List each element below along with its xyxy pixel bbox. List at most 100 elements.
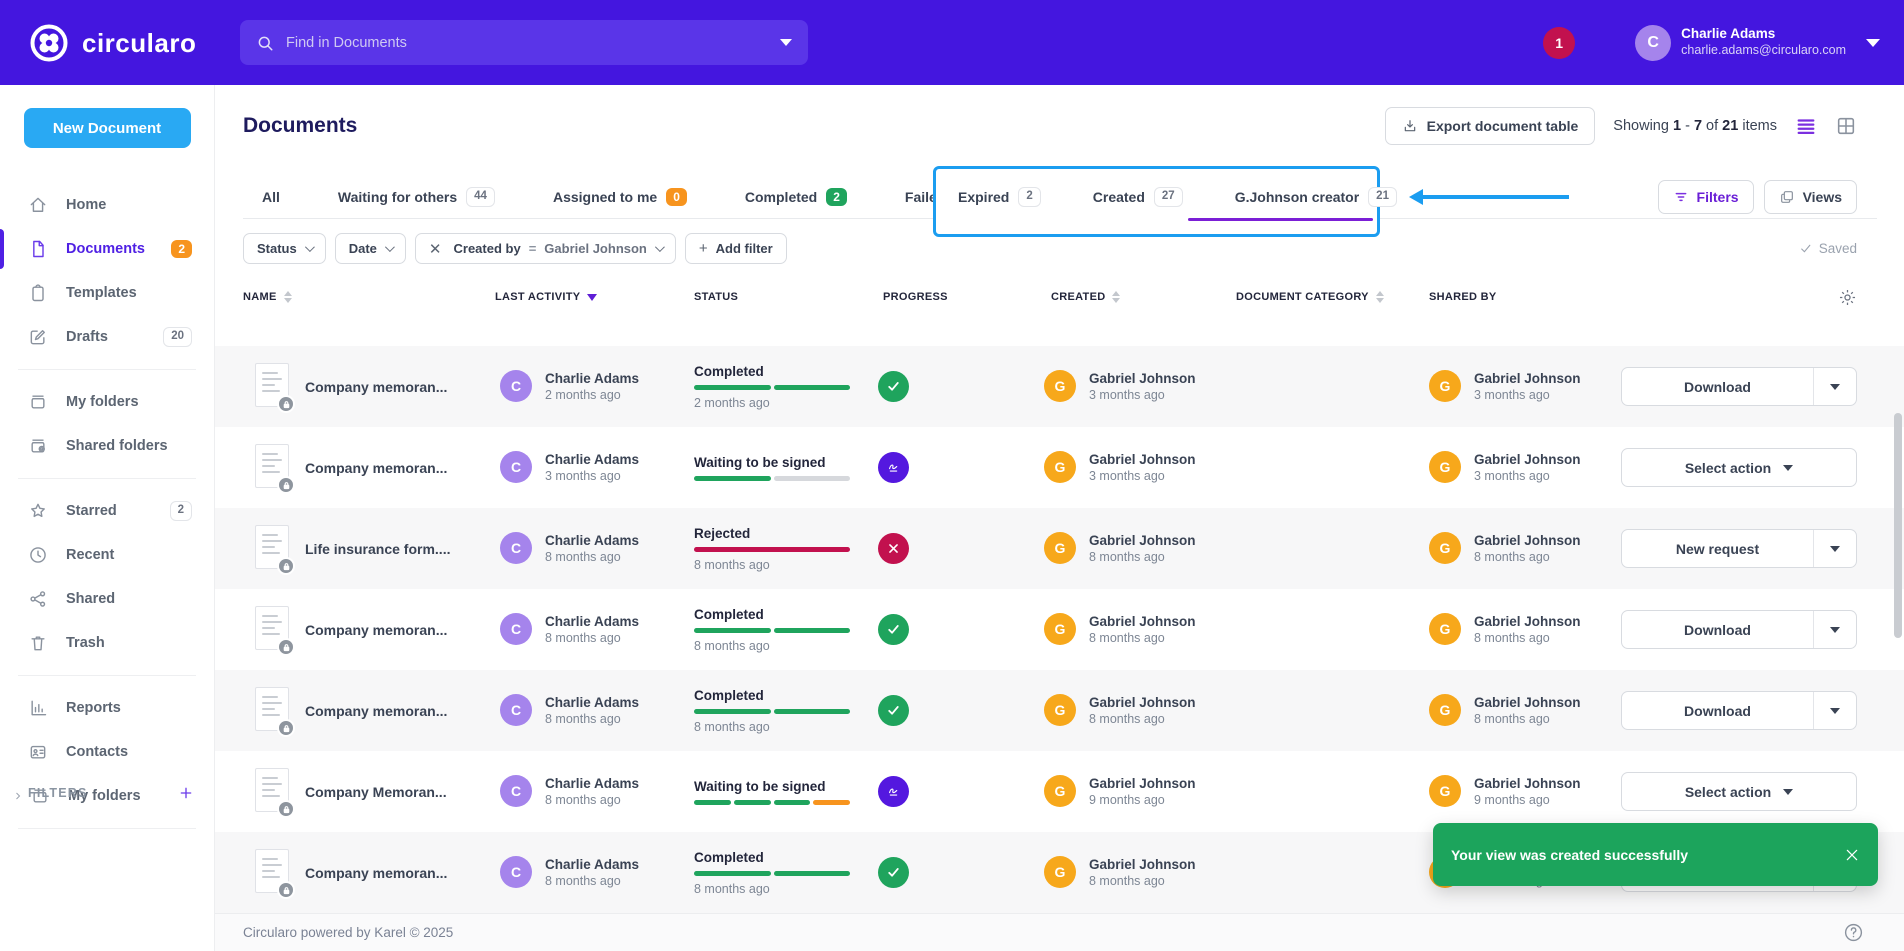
table-settings-gear-icon[interactable] (1838, 288, 1857, 307)
brand-logo[interactable]: circularo (28, 22, 196, 64)
avatar: G (1429, 613, 1461, 645)
status-cell: Completed 2 months ago (694, 346, 850, 427)
sidebar-divider (18, 675, 196, 676)
sidebar-item-my-folders[interactable]: My folders (0, 380, 214, 424)
column-header-name[interactable]: NAME (243, 291, 292, 303)
table-row[interactable]: Life insurance form.... C Charlie Adams8… (215, 508, 1904, 589)
sidebar-item-label: Drafts (66, 329, 108, 345)
progress-status-icon (878, 776, 909, 807)
notification-badge[interactable]: 1 (1543, 27, 1575, 59)
user-avatar: C (1635, 25, 1671, 61)
highlight-arrow (1409, 189, 1569, 205)
tab-g-johnson-creator[interactable]: G.Johnson creator 21 (1235, 187, 1397, 207)
search-scope-caret-icon[interactable] (780, 39, 792, 46)
action-dropdown-caret[interactable] (1814, 708, 1856, 714)
action-dropdown-caret[interactable] (1814, 384, 1856, 390)
column-header-progress[interactable]: PROGRESS (883, 291, 948, 303)
column-header-status[interactable]: STATUS (694, 291, 738, 303)
status-filter-dropdown[interactable]: Status (243, 233, 326, 264)
sidebar-item-contacts[interactable]: Contacts (0, 730, 214, 774)
tab-label: G.Johnson creator (1235, 189, 1359, 205)
table-row[interactable]: Company memoran... C Charlie Adams8 mont… (215, 670, 1904, 751)
tab-label: Created (1093, 189, 1145, 205)
row-action-button[interactable]: New request (1621, 529, 1857, 568)
global-search[interactable] (240, 20, 808, 65)
sidebar-item-drafts[interactable]: Drafts 20 (0, 315, 214, 359)
column-header-document-category[interactable]: DOCUMENT CATEGORY (1236, 291, 1384, 303)
avatar: G (1044, 775, 1076, 807)
action-dropdown-caret[interactable] (1814, 627, 1856, 633)
sidebar-item-home[interactable]: Home (0, 183, 214, 227)
sidebar-item-recent[interactable]: Recent (0, 533, 214, 577)
user-menu[interactable]: C Charlie Adams charlie.adams@circularo.… (1635, 25, 1880, 61)
column-header-last-activity[interactable]: LAST ACTIVITY (495, 291, 597, 303)
sort-icon[interactable] (284, 291, 292, 303)
lock-icon (277, 800, 295, 818)
column-header-created[interactable]: CREATED (1051, 291, 1120, 303)
close-icon[interactable] (1844, 847, 1860, 863)
tab-waiting-for-others[interactable]: Waiting for others 44 (338, 187, 495, 207)
sidebar-item-shared-folders[interactable]: Shared folders (0, 424, 214, 468)
action-dropdown-caret[interactable] (1783, 789, 1793, 795)
sidebar-item-shared[interactable]: Shared (0, 577, 214, 621)
tab-created[interactable]: Created 27 (1093, 187, 1183, 207)
sidebar-item-badge: 20 (163, 327, 192, 347)
person-cell: G Gabriel Johnson9 months ago (1044, 775, 1196, 807)
document-name: Company memoran... (305, 670, 495, 751)
list-view-toggle-icon[interactable] (1795, 115, 1817, 137)
row-action-button[interactable]: Download (1621, 691, 1857, 730)
clock-icon (28, 545, 48, 565)
add-filter-plus-icon[interactable] (178, 785, 194, 801)
filters-button[interactable]: Filters (1658, 180, 1754, 214)
person-cell: C Charlie Adams2 months ago (500, 370, 639, 402)
sidebar-item-starred[interactable]: Starred 2 (0, 489, 214, 533)
views-button[interactable]: Views (1764, 180, 1857, 214)
lock-icon (277, 638, 295, 656)
user-name: Charlie Adams (1681, 26, 1846, 43)
search-input[interactable] (286, 35, 780, 51)
document-thumbnail (255, 606, 291, 654)
person-cell: G Gabriel Johnson8 months ago (1429, 613, 1581, 645)
status-cell: Rejected 8 months ago (694, 508, 850, 589)
export-document-table-button[interactable]: Export document table (1385, 107, 1596, 145)
table-row[interactable]: Company Memoran... C Charlie Adams8 mont… (215, 751, 1904, 832)
sidebar-item-label: Home (66, 197, 106, 213)
date-filter-dropdown[interactable]: Date (335, 233, 406, 264)
tab-badge: 0 (666, 188, 687, 206)
tab-label: Expired (958, 189, 1009, 205)
sidebar-item-trash[interactable]: Trash (0, 621, 214, 665)
row-action-button[interactable]: Select action (1621, 772, 1857, 811)
sort-icon[interactable] (1376, 291, 1384, 303)
tab-expired[interactable]: Expired 2 (958, 187, 1041, 207)
row-action-button[interactable]: Download (1621, 610, 1857, 649)
created-by-filter-chip[interactable]: ✕ Created by = Gabriel Johnson (415, 233, 676, 264)
tab-assigned-to-me[interactable]: Assigned to me 0 (553, 187, 687, 207)
column-header-shared-by[interactable]: SHARED BY (1429, 291, 1497, 303)
grid-view-toggle-icon[interactable] (1835, 115, 1857, 137)
sort-icon[interactable] (1112, 291, 1120, 303)
add-filter-button[interactable]: +Add filter (685, 233, 787, 264)
tab-all[interactable]: All (262, 187, 280, 207)
chevron-down-icon (385, 242, 395, 252)
remove-filter-icon[interactable]: ✕ (429, 240, 442, 258)
help-icon[interactable] (1843, 922, 1864, 943)
saved-status: Saved (1799, 241, 1857, 256)
tab-completed[interactable]: Completed 2 (745, 187, 847, 207)
user-menu-caret-icon[interactable] (1866, 39, 1880, 47)
action-dropdown-caret[interactable] (1783, 465, 1793, 471)
sort-desc-icon[interactable] (587, 294, 597, 301)
new-document-button[interactable]: New Document (24, 108, 191, 148)
row-action-button[interactable]: Download (1621, 367, 1857, 406)
table-row[interactable]: Company memoran... C Charlie Adams2 mont… (215, 346, 1904, 427)
table-row[interactable]: Company memoran... C Charlie Adams3 mont… (215, 427, 1904, 508)
row-action-button[interactable]: Select action (1621, 448, 1857, 487)
person-cell: G Gabriel Johnson8 months ago (1044, 694, 1196, 726)
vertical-scrollbar[interactable] (1894, 413, 1902, 638)
avatar: G (1429, 532, 1461, 564)
avatar: G (1429, 775, 1461, 807)
table-row[interactable]: Company memoran... C Charlie Adams8 mont… (215, 589, 1904, 670)
sidebar-item-documents[interactable]: Documents 2 (0, 227, 214, 271)
sidebar-item-reports[interactable]: Reports (0, 686, 214, 730)
sidebar-item-templates[interactable]: Templates (0, 271, 214, 315)
action-dropdown-caret[interactable] (1814, 546, 1856, 552)
